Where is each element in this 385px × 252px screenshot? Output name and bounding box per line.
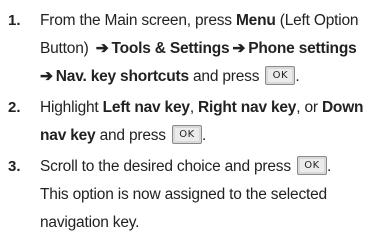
menu-label: Menu bbox=[235, 12, 276, 29]
text-segment: and press bbox=[95, 127, 170, 144]
text-segment: From the Main screen, press bbox=[40, 12, 236, 29]
step-3: 3. Scroll to the desired choice and pres… bbox=[6, 153, 379, 237]
ok-key-icon: OK bbox=[296, 156, 327, 175]
nav-key-shortcuts-label: Nav. key shortcuts bbox=[55, 68, 189, 85]
ok-key-icon: OK bbox=[265, 66, 296, 85]
text-segment: Highlight bbox=[40, 99, 103, 116]
text-segment: Scroll to the desired choice and press bbox=[40, 158, 295, 175]
ok-key-icon: OK bbox=[171, 125, 202, 144]
text-segment: . bbox=[326, 158, 332, 175]
step-number: 3. bbox=[8, 158, 21, 175]
ok-key-label: OK bbox=[179, 129, 195, 140]
right-nav-key-label: Right nav key bbox=[198, 99, 297, 116]
ok-key-label: OK bbox=[272, 70, 289, 81]
tools-settings-label: Tools & Settings bbox=[111, 40, 230, 57]
phone-settings-label: Phone settings bbox=[248, 40, 357, 57]
arrow-icon: ➔ bbox=[40, 68, 53, 85]
text-segment: , or bbox=[296, 99, 322, 116]
step-number: 2. bbox=[8, 99, 21, 116]
text-segment: This option is now assigned to the selec… bbox=[40, 186, 327, 231]
step-2: 2. Highlight Left nav key, Right nav key… bbox=[6, 94, 379, 150]
step-text: From the Main screen, press Menu (Left O… bbox=[40, 12, 359, 85]
arrow-icon: ➔ bbox=[232, 40, 246, 57]
step-text: Scroll to the desired choice and press O… bbox=[40, 153, 379, 237]
text-segment: , bbox=[189, 99, 199, 116]
ok-key-label: OK bbox=[304, 160, 320, 171]
text-segment: and press bbox=[188, 68, 264, 85]
arrow-icon: ➔ bbox=[95, 40, 109, 57]
step-number: 1. bbox=[8, 12, 21, 29]
step-text: Highlight Left nav key, Right nav key, o… bbox=[40, 99, 364, 144]
left-nav-key-label: Left nav key bbox=[102, 99, 190, 116]
step-1: 1. From the Main screen, press Menu (Lef… bbox=[6, 7, 379, 91]
instruction-list: 1. From the Main screen, press Menu (Lef… bbox=[0, 0, 385, 252]
